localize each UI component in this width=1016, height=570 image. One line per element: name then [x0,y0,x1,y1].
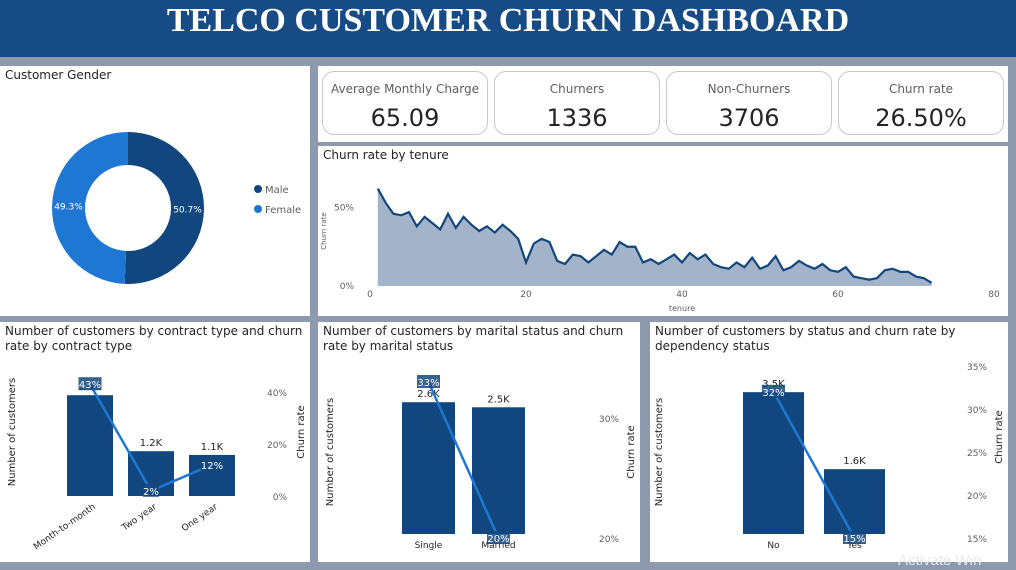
kpi-value: 65.09 [370,104,440,132]
line-data-label: 12% [201,461,223,472]
x-axis-label: tenure [669,304,695,313]
kpi-card-non-churners[interactable]: Non-Churners 3706 [666,71,832,135]
kpi-label: Non-Churners [707,82,791,96]
contract-combo-chart[interactable]: 2.7KMonth-to-month1.2KTwo year1.1KOne ye… [0,322,310,562]
legend-label-female: Female [265,205,301,216]
bar-no [743,392,804,534]
y-tick-label: 50% [334,203,354,213]
kpi-label: Churn rate [888,82,954,96]
kpi-card-churners[interactable]: Churners 1336 [494,71,660,135]
legend-label-male: Male [265,185,289,196]
kpi-card-churn-rate[interactable]: Churn rate 26.50% [838,71,1004,135]
category-label: One year [180,502,220,534]
line-data-label: 33% [417,378,439,389]
y-axis-label: Number of customers [7,378,18,486]
kpi-value: 1336 [546,104,608,132]
category-label: Month-to-month [32,502,98,552]
y2-tick-label: 0% [273,493,288,503]
gender-donut-chart[interactable]: 50.7% 49.3% Male Female [0,66,310,316]
y2-tick-label: 30% [967,406,987,416]
contract-panel[interactable]: Number of customers by contract type and… [0,322,310,562]
bar-married [472,407,525,534]
y2-tick-label: 20% [267,441,287,451]
y-axis-label: Number of customers [654,398,665,506]
line-data-label: 15% [843,534,865,545]
kpi-value: 26.50% [875,104,967,132]
tenure-chart-title: Churn rate by tenure [323,148,449,162]
bar-data-label: 1.1K [201,442,224,453]
marital-panel[interactable]: Number of customers by marital status an… [318,322,640,562]
y2-tick-label: 35% [967,363,987,373]
x-tick-label: 40 [676,290,688,300]
y2-axis-label: Churn rate [626,425,637,478]
category-label: No [767,541,780,551]
y2-tick-label: 30% [599,415,619,425]
dependents-panel[interactable]: Number of customers by status and churn … [650,322,1008,562]
y2-tick-label: 15% [967,535,987,545]
tenure-area-chart[interactable]: 0 20 40 60 80 0% 50% tenure Churn rate [318,146,1008,316]
bar-data-label: 1.6K [843,456,866,467]
marital-combo-chart[interactable]: 2.6KSingle2.5KMarried33%20% 20%30%Number … [318,322,640,562]
category-label: Two year [120,502,159,534]
line-data-label: 20% [487,534,509,545]
activate-windows-watermark: Activate Win [898,552,982,569]
gender-panel[interactable]: Customer Gender 50.7% 49.3% Male Female [0,66,310,316]
y2-axis-label: Churn rate [994,410,1005,463]
kpi-card-avg-monthly-charge[interactable]: Average Monthly Charge 65.09 [322,71,488,135]
dependents-chart-title: Number of customers by status and churn … [655,324,956,353]
category-label: Single [415,541,443,551]
kpi-label: Average Monthly Charge [330,82,479,96]
tenure-panel[interactable]: Churn rate by tenure 0 20 40 60 80 0% 50% tenur… [318,146,1008,316]
x-tick-label: 20 [520,290,532,300]
line-data-label: 43% [79,380,101,391]
line-data-label: 32% [762,388,784,399]
y-tick-label: 0% [340,282,355,292]
donut-data-label: 49.3% [54,203,83,213]
y2-tick-label: 25% [967,449,987,459]
marital-chart-title: Number of customers by marital status an… [323,324,624,353]
donut-data-label: 50.7% [173,205,202,215]
legend-marker-male [254,185,262,193]
contract-chart-title: Number of customers by contract type and… [5,324,303,353]
y2-tick-label: 20% [967,492,987,502]
kpi-value: 3706 [718,104,780,132]
dashboard-title: TELCO CUSTOMER CHURN DASHBOARD [166,2,850,39]
y-axis-label: Number of customers [325,398,336,506]
bar-data-label: 1.2K [140,438,163,449]
kpi-label: Churners [549,82,605,96]
x-tick-label: 60 [832,290,844,300]
y2-tick-label: 20% [599,535,619,545]
y2-tick-label: 40% [267,389,287,399]
line-data-label: 2% [143,487,159,498]
y2-axis-label: Churn rate [296,405,307,458]
kpi-strip: Average Monthly Charge 65.09 Churners 13… [318,66,1008,142]
y-axis-label: Churn rate [320,212,328,249]
bar-data-label: 2.5K [487,394,510,405]
x-tick-label: 0 [367,290,373,300]
x-tick-label: 80 [988,290,1000,300]
gender-chart-title: Customer Gender [5,68,112,82]
legend-marker-female [254,205,262,213]
dependents-combo-chart[interactable]: 3.5KNo1.6KYes32%15% 15%20%25%30%35%Number… [650,322,1008,562]
dashboard-header: TELCO CUSTOMER CHURN DASHBOARD [0,0,1016,57]
